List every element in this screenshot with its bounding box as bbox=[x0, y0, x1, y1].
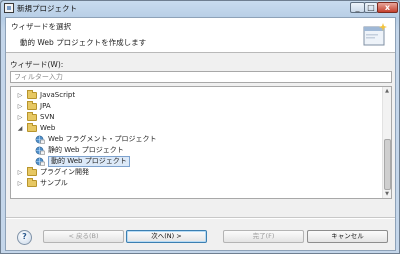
collapsed-arrow-icon[interactable]: ▷ bbox=[16, 90, 24, 101]
wizard-tree[interactable]: ▷ サンプル ▷ プラグイン開発 動的 Web プロジェクト 静的 Web プロジェクト W… bbox=[10, 86, 392, 199]
cancel-button[interactable]: キャンセル bbox=[307, 230, 388, 243]
next-button[interactable]: 次へ(N) > bbox=[126, 230, 207, 243]
tree-item-label: プラグイン開発 bbox=[40, 168, 89, 176]
back-button[interactable]: < 戻る(B) bbox=[43, 230, 124, 243]
button-bar-separator bbox=[6, 217, 395, 219]
banner-description: 動的 Web プロジェクトを作成します bbox=[20, 38, 147, 47]
title-bar[interactable]: 新規プロジェクト _ □ x bbox=[1, 1, 399, 15]
folder-icon bbox=[27, 101, 37, 110]
wizard-filter-input[interactable] bbox=[10, 71, 392, 83]
wizard-banner-icon bbox=[363, 23, 387, 46]
finish-button[interactable]: 完了(F) bbox=[223, 230, 304, 243]
app-icon bbox=[4, 3, 14, 13]
tree-item-label: サンプル bbox=[40, 179, 68, 187]
maximize-button[interactable]: □ bbox=[364, 2, 378, 13]
close-button[interactable]: x bbox=[377, 2, 398, 13]
new-project-dialog: 新規プロジェクト _ □ x ウィザードを選択 動的 Web プロジェクトを作成… bbox=[0, 0, 400, 254]
collapsed-arrow-icon[interactable]: ▷ bbox=[16, 167, 24, 178]
expanded-arrow-icon[interactable]: ◢ bbox=[16, 123, 24, 134]
scroll-down-icon[interactable]: ▼ bbox=[383, 190, 391, 198]
tree-item-label: 動的 Web プロジェクト bbox=[48, 156, 130, 167]
collapsed-arrow-icon[interactable]: ▷ bbox=[16, 112, 24, 123]
folder-icon bbox=[27, 90, 37, 99]
tree-item-label: JavaScript bbox=[40, 91, 76, 99]
collapsed-arrow-icon[interactable]: ▷ bbox=[16, 101, 24, 112]
tree-item-label: 静的 Web プロジェクト bbox=[48, 146, 124, 154]
folder-icon bbox=[27, 178, 37, 187]
scroll-up-icon[interactable]: ▲ bbox=[383, 87, 391, 95]
tree-item-label: SVN bbox=[40, 113, 55, 121]
tree-item-label: JPA bbox=[40, 102, 51, 110]
scroll-thumb[interactable] bbox=[384, 139, 391, 190]
dialog-client-area: ウィザードを選択 動的 Web プロジェクトを作成します ウィザード(W): ▷… bbox=[5, 17, 396, 251]
collapsed-arrow-icon[interactable]: ▷ bbox=[16, 178, 24, 189]
banner-title: ウィザードを選択 bbox=[11, 22, 71, 31]
window-title: 新規プロジェクト bbox=[17, 4, 77, 13]
folder-icon bbox=[27, 167, 37, 176]
folder-icon bbox=[27, 123, 37, 132]
web-fragment-icon bbox=[35, 135, 45, 144]
tree-item-label: Web フラグメント・プロジェクト bbox=[48, 135, 157, 143]
folder-icon bbox=[27, 112, 37, 121]
wizard-filter-label: ウィザード(W): bbox=[10, 60, 64, 69]
static-web-icon bbox=[35, 146, 45, 155]
minimize-button[interactable]: _ bbox=[350, 2, 365, 13]
tree-item-label: Web bbox=[40, 124, 56, 132]
wizard-banner: ウィザードを選択 動的 Web プロジェクトを作成します bbox=[6, 18, 395, 53]
tree-scrollbar[interactable]: ▲ ▼ bbox=[382, 87, 391, 198]
help-icon[interactable]: ? bbox=[17, 230, 32, 245]
dynamic-web-icon bbox=[35, 157, 45, 166]
